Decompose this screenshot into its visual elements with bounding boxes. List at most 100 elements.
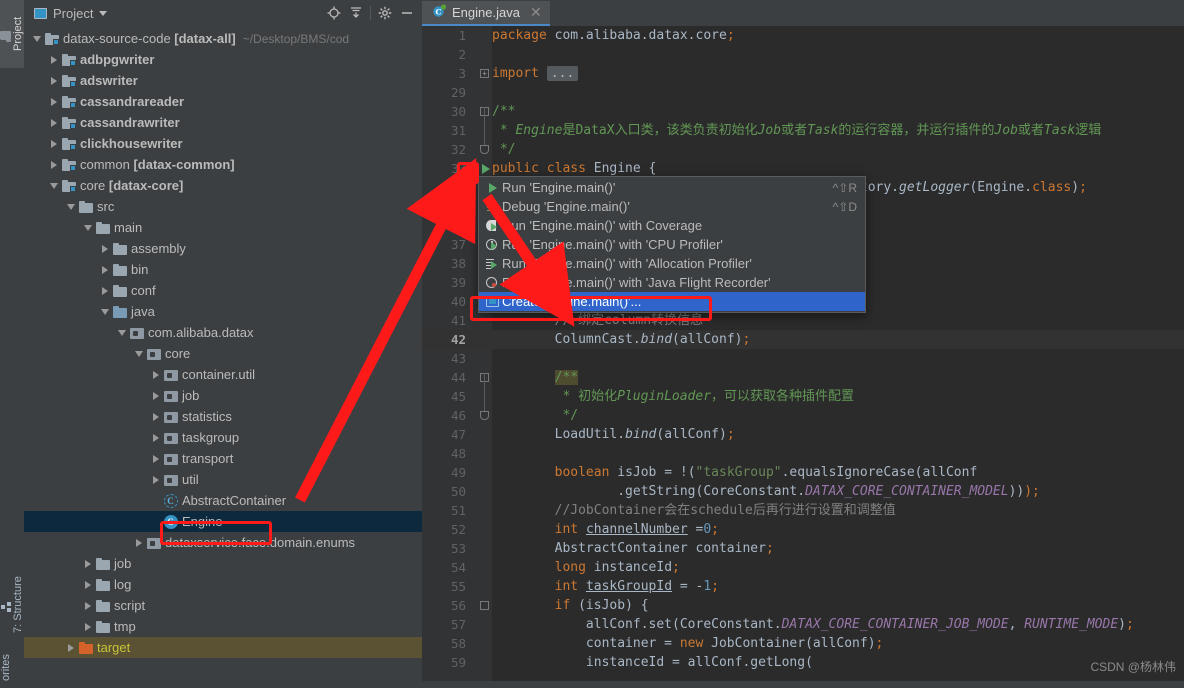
- menu-item-label: Run 'Engine.main()': [502, 180, 616, 195]
- tree-node-datax-source-code[interactable]: datax-source-code [datax-all] ~/Desktop/B…: [24, 28, 422, 49]
- tree-expander[interactable]: [81, 601, 94, 610]
- tree-expander[interactable]: [98, 308, 111, 315]
- tree-node-clickhousewriter[interactable]: clickhousewriter: [24, 133, 422, 154]
- tree-expander[interactable]: [30, 35, 43, 42]
- line-number: 30: [450, 104, 466, 119]
- fold-expand-icon[interactable]: +: [480, 69, 489, 78]
- tree-expander[interactable]: [98, 286, 111, 295]
- folder-icon: [112, 284, 127, 297]
- line-number: 53: [450, 541, 466, 556]
- tree-expander[interactable]: [115, 329, 128, 336]
- tree-node-target[interactable]: target: [24, 637, 422, 658]
- tree-node-com-alibaba-datax[interactable]: com.alibaba.datax: [24, 322, 422, 343]
- run-context-menu[interactable]: Run 'Engine.main()' ^⇧R Debug 'Engine.main…: [478, 176, 866, 313]
- tree-expander[interactable]: [47, 118, 60, 127]
- editor-tab-engine-java[interactable]: C Engine.java ✕: [422, 1, 550, 26]
- code-viewport[interactable]: 1 package com.alibaba.datax.core; 2 3 + impor…: [422, 26, 1184, 681]
- tree-expander[interactable]: [81, 224, 94, 231]
- menu-item-debug-engine-main[interactable]: Debug 'Engine.main()' ^⇧D: [479, 197, 865, 216]
- gutter-run-button[interactable]: [479, 162, 492, 175]
- locate-icon[interactable]: [323, 2, 345, 24]
- module-icon: [44, 32, 59, 45]
- tree-node-src[interactable]: src: [24, 196, 422, 217]
- tree-expander[interactable]: [149, 454, 162, 463]
- tree-expander[interactable]: [81, 580, 94, 589]
- tree-node-tmp[interactable]: tmp: [24, 616, 422, 637]
- package-icon: [163, 432, 178, 444]
- menu-item-create-engine-main[interactable]: Create 'Engine.main()'...: [479, 292, 865, 311]
- tree-node-log[interactable]: log: [24, 574, 422, 595]
- line-source: ColumnCast.bind(allConf);: [492, 332, 751, 347]
- code-line-3: 3 + import ...: [422, 64, 1184, 83]
- tree-node-cassandrareader[interactable]: cassandrareader: [24, 91, 422, 112]
- project-view-selector[interactable]: Project: [30, 4, 111, 23]
- tree-expander[interactable]: [47, 139, 60, 148]
- tree-node-core[interactable]: core: [24, 343, 422, 364]
- tool-tab-favorites[interactable]: orites: [0, 648, 24, 688]
- tree-node-taskgroup[interactable]: taskgroup: [24, 427, 422, 448]
- tree-expander[interactable]: [98, 265, 111, 274]
- cpu-profiler-icon: [486, 238, 499, 251]
- tree-expander[interactable]: [47, 97, 60, 106]
- gear-icon[interactable]: [374, 2, 396, 24]
- line-source: import ...: [492, 64, 579, 83]
- line-source: boolean isJob = !("taskGroup".equalsIgno…: [554, 465, 978, 480]
- tree-expander[interactable]: [149, 391, 162, 400]
- tree-node-util[interactable]: util: [24, 469, 422, 490]
- tree-expander[interactable]: [47, 182, 60, 189]
- tree-node-bin[interactable]: bin: [24, 259, 422, 280]
- tree-node-adbpgwriter[interactable]: adbpgwriter: [24, 49, 422, 70]
- tree-node-java[interactable]: java: [24, 301, 422, 322]
- menu-item-run-engine-main-with-cpu-profiler[interactable]: Run 'Engine.main()' with 'CPU Profiler': [479, 235, 865, 254]
- tree-node-job[interactable]: job: [24, 553, 422, 574]
- tree-node-common[interactable]: common [datax-common]: [24, 154, 422, 175]
- tool-tab-structure[interactable]: 7: Structure: [0, 560, 24, 650]
- menu-item-run-engine-main-with-coverage[interactable]: Run 'Engine.main()' with Coverage: [479, 216, 865, 235]
- tree-node-main[interactable]: main: [24, 217, 422, 238]
- hide-icon[interactable]: [396, 2, 418, 24]
- tree-node-label: main: [114, 220, 143, 235]
- tree-expander[interactable]: [81, 559, 94, 568]
- tree-expander[interactable]: [149, 433, 162, 442]
- fold-end-icon[interactable]: [480, 145, 489, 154]
- tree-node-engine[interactable]: C Engine: [24, 511, 422, 532]
- tree-node-job[interactable]: job: [24, 385, 422, 406]
- tree-expander[interactable]: [132, 538, 145, 547]
- tree-expander[interactable]: [149, 370, 162, 379]
- close-icon[interactable]: ✕: [530, 4, 542, 21]
- tree-node-assembly[interactable]: assembly: [24, 238, 422, 259]
- fold-collapse-icon[interactable]: [480, 601, 489, 610]
- tree-node-statistics[interactable]: statistics: [24, 406, 422, 427]
- menu-item-run-engine-main-with-java-flight-recorder[interactable]: Run 'Engine.main()' with 'Java Flight Re…: [479, 273, 865, 292]
- tree-node-label: cassandrareader: [80, 94, 185, 109]
- tool-tab-project[interactable]: Project: [0, 0, 24, 68]
- line-number: 59: [450, 655, 466, 670]
- tree-node-container-util[interactable]: container.util: [24, 364, 422, 385]
- tree-expander[interactable]: [47, 55, 60, 64]
- collapse-all-icon[interactable]: [345, 2, 367, 24]
- tree-expander[interactable]: [64, 643, 77, 652]
- fold-end-icon[interactable]: [480, 411, 489, 420]
- tree-expander[interactable]: [64, 203, 77, 210]
- tree-expander[interactable]: [132, 350, 145, 357]
- tree-expander[interactable]: [81, 622, 94, 631]
- tree-node-script[interactable]: script: [24, 595, 422, 616]
- project-tree[interactable]: datax-source-code [datax-all] ~/Desktop/B…: [24, 26, 422, 681]
- tree-node-conf[interactable]: conf: [24, 280, 422, 301]
- line-number: 33: [450, 161, 466, 176]
- tree-node-cassandrawriter[interactable]: cassandrawriter: [24, 112, 422, 133]
- tree-expander[interactable]: [47, 160, 60, 169]
- menu-item-run-engine-main-with-allocation-profiler[interactable]: Run 'Engine.main()' with 'Allocation Pro…: [479, 254, 865, 273]
- tree-expander[interactable]: [149, 475, 162, 484]
- tree-expander[interactable]: [47, 76, 60, 85]
- tree-expander[interactable]: [149, 412, 162, 421]
- tree-node-transport[interactable]: transport: [24, 448, 422, 469]
- tree-expander[interactable]: [98, 244, 111, 253]
- tree-node-dataxservice-face-domain-enums[interactable]: dataxservice.face.domain.enums: [24, 532, 422, 553]
- menu-item-run-engine-main[interactable]: Run 'Engine.main()' ^⇧R: [479, 178, 865, 197]
- tree-node-core[interactable]: core [datax-core]: [24, 175, 422, 196]
- watermark: CSDN @杨林伟: [1090, 660, 1176, 674]
- line-number: 54: [450, 560, 466, 575]
- tree-node-abstractcontainer[interactable]: C AbstractContainer: [24, 490, 422, 511]
- tree-node-adswriter[interactable]: adswriter: [24, 70, 422, 91]
